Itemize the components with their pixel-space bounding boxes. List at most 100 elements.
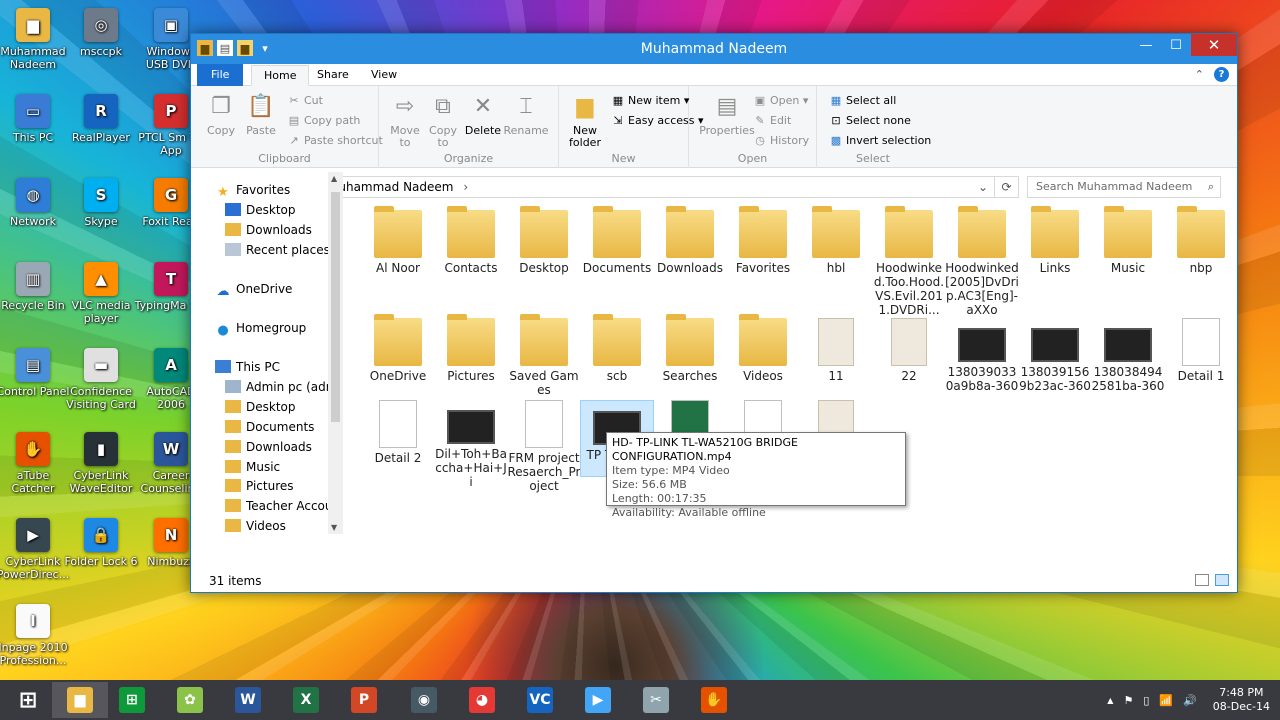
paste-button[interactable]: 📋 Paste	[241, 92, 281, 137]
file-item[interactable]: Favorites	[726, 206, 800, 275]
nav-documents[interactable]: Documents	[225, 417, 314, 437]
file-item[interactable]: 1380391569b23ac-360	[1018, 318, 1092, 393]
collapse-ribbon-icon[interactable]: ⌃	[1195, 68, 1204, 81]
nav-desktop-2[interactable]: Desktop	[225, 397, 296, 417]
nav-downloads[interactable]: Downloads	[225, 220, 312, 240]
paste-shortcut-button[interactable]: ↗ Paste shortcut	[287, 132, 382, 150]
taskbar-powerpoint[interactable]: P	[336, 682, 392, 718]
title-bar[interactable]: ▆ ▤ ▆ ▾ Muhammad Nadeem — ☐ ✕	[191, 34, 1237, 64]
details-view-icon[interactable]	[1195, 574, 1209, 586]
select-all-button[interactable]: ▦ Select all	[829, 92, 897, 110]
maximize-button[interactable]: ☐	[1161, 34, 1191, 56]
desktop-icon[interactable]: ▬ Confidence Visiting Card	[64, 348, 138, 411]
taskbar-excel[interactable]: X	[278, 682, 334, 718]
nav-homegroup[interactable]: ● Homegroup	[215, 318, 306, 338]
nav-scrollbar[interactable]: ▲ ▼	[328, 172, 343, 534]
taskbar-chrome[interactable]: ◕	[454, 682, 510, 718]
nav-desktop[interactable]: Desktop	[225, 200, 296, 220]
file-item[interactable]: Dil+Toh+Baccha+Hai+Ji	[434, 400, 508, 489]
file-item[interactable]: Links	[1018, 206, 1092, 275]
copy-path-button[interactable]: ▤ Copy path	[287, 112, 361, 130]
tab-share[interactable]: Share	[305, 65, 361, 86]
rename-button[interactable]: ⌶ Rename	[503, 92, 549, 137]
file-item[interactable]: Searches	[653, 314, 727, 383]
desktop-icon[interactable]: ▤ Control Panel	[0, 348, 70, 398]
file-item[interactable]: Hoodwinked.Too.Hood.VS.Evil.2011.DVDRi..…	[872, 206, 946, 317]
nav-downloads-2[interactable]: Downloads	[225, 437, 312, 457]
file-item[interactable]: FRM project Resaerch_Project	[507, 400, 581, 493]
nav-recent-places[interactable]: Recent places	[225, 240, 330, 260]
clock[interactable]: 7:48 PM 08-Dec-14	[1213, 686, 1270, 714]
file-item[interactable]: Pictures	[434, 314, 508, 383]
desktop-icon[interactable]: ▶ CyberLink PowerDirec...	[0, 518, 70, 581]
action-center-flag-icon[interactable]: ⚑	[1123, 694, 1133, 707]
file-item[interactable]: Detail 2	[361, 400, 435, 465]
nav-scroll-thumb[interactable]	[331, 192, 340, 422]
nav-videos[interactable]: Videos	[225, 516, 286, 534]
desktop-icon[interactable]: ▆ Muhammad Nadeem	[0, 8, 70, 71]
nav-this-pc[interactable]: This PC	[215, 357, 280, 377]
minimize-button[interactable]: —	[1131, 34, 1161, 56]
file-item[interactable]: 22	[872, 318, 946, 383]
cut-button[interactable]: ✂ Cut	[287, 92, 323, 110]
move-to-button[interactable]: ⇨ Move to	[385, 92, 425, 149]
volume-icon[interactable]: 🔊	[1183, 694, 1197, 707]
copy-to-button[interactable]: ⧉ Copy to	[423, 92, 463, 149]
desktop-icon[interactable]: ◍ Network	[0, 178, 70, 228]
desktop-icon[interactable]: ▥ Recycle Bin	[0, 262, 70, 312]
file-item[interactable]: Downloads	[653, 206, 727, 275]
help-icon[interactable]: ?	[1214, 67, 1229, 82]
properties-button[interactable]: ▤ Properties	[697, 92, 757, 137]
desktop-icon[interactable]: ▲ VLC media player	[64, 262, 138, 325]
file-item[interactable]: Al Noor	[361, 206, 435, 275]
invert-selection-button[interactable]: ▩ Invert selection	[829, 132, 931, 150]
taskbar-word[interactable]: W	[220, 682, 276, 718]
taskbar-screen[interactable]: ▶	[570, 682, 626, 718]
file-item[interactable]: hbl	[799, 206, 873, 275]
nav-favorites[interactable]: ★ Favorites	[215, 180, 290, 200]
close-button[interactable]: ✕	[1191, 34, 1237, 56]
large-icons-view-icon[interactable]	[1215, 574, 1229, 586]
taskbar-explorer[interactable]: ▆	[52, 682, 108, 718]
desktop-icon[interactable]: I Inpage 2010 Profession...	[0, 604, 70, 667]
file-item[interactable]: scb	[580, 314, 654, 383]
file-item[interactable]: Detail 1	[1164, 318, 1238, 383]
file-item[interactable]: Music	[1091, 206, 1165, 275]
file-item[interactable]: Hoodwinked[2005]DvDrip.AC3[Eng]-aXXo	[945, 206, 1019, 317]
desktop-icon[interactable]: R RealPlayer	[64, 94, 138, 144]
new-item-button[interactable]: ▦ New item ▾	[611, 92, 690, 110]
nav-pictures[interactable]: Pictures	[225, 476, 294, 496]
select-none-button[interactable]: ⊡ Select none	[829, 112, 910, 130]
edit-button[interactable]: ✎ Edit	[753, 112, 791, 130]
nav-music[interactable]: Music	[225, 457, 280, 477]
show-hidden-icons-icon[interactable]: ▲	[1107, 696, 1113, 705]
file-item[interactable]: Desktop	[507, 206, 581, 275]
tab-file[interactable]: File	[197, 64, 244, 86]
file-item[interactable]: Saved Games	[507, 314, 581, 397]
desktop-icon[interactable]: ◎ msccpk	[64, 8, 138, 58]
copy-button[interactable]: ❐ Copy	[201, 92, 241, 137]
desktop-icon[interactable]: ✋ aTube Catcher	[0, 432, 70, 495]
history-button[interactable]: ◷ History	[753, 132, 809, 150]
file-item[interactable]: Videos	[726, 314, 800, 383]
battery-icon[interactable]: ▯	[1143, 694, 1149, 707]
taskbar-store[interactable]: ⊞	[104, 682, 160, 718]
file-item[interactable]: nbp	[1164, 206, 1238, 275]
desktop-icon[interactable]: S Skype	[64, 178, 138, 228]
open-button[interactable]: ▣ Open ▾	[753, 92, 809, 110]
taskbar-vc[interactable]: VC	[512, 682, 568, 718]
taskbar-tool[interactable]: ✂	[628, 682, 684, 718]
nav-admin-pc[interactable]: Admin pc (admin	[225, 377, 343, 397]
taskbar-app-green[interactable]: ✿	[162, 682, 218, 718]
file-item[interactable]: Documents	[580, 206, 654, 275]
desktop-icon[interactable]: 🔒 Folder Lock 6	[64, 518, 138, 568]
scroll-up-icon[interactable]: ▲	[331, 174, 337, 183]
taskbar-atube[interactable]: ✋	[686, 682, 742, 718]
tab-view[interactable]: View	[359, 65, 409, 86]
network-icon[interactable]: 📶	[1159, 694, 1173, 707]
file-item[interactable]: Contacts	[434, 206, 508, 275]
taskbar-media[interactable]: ◉	[396, 682, 452, 718]
scroll-down-icon[interactable]: ▼	[331, 523, 337, 532]
new-folder-button[interactable]: ▆ New folder	[565, 92, 605, 149]
tab-home[interactable]: Home	[251, 65, 310, 86]
